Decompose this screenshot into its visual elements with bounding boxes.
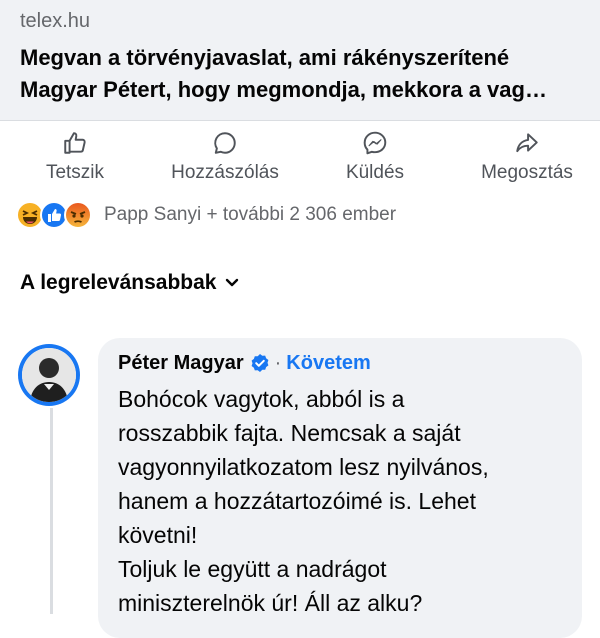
share-icon (514, 128, 540, 158)
comment-author[interactable]: Péter Magyar (118, 352, 244, 375)
follow-button[interactable]: Követem (286, 352, 370, 375)
comment-button[interactable]: Hozzászólás (160, 124, 290, 190)
link-domain: telex.hu (20, 10, 91, 32)
avatar[interactable] (22, 348, 76, 402)
comment-label: Hozzászólás (171, 162, 279, 183)
share-button[interactable]: Megosztás (471, 124, 583, 190)
link-preview-card[interactable]: telex.hu Megvan a törvényjavaslat, ami r… (0, 0, 600, 120)
reactions-summary[interactable]: Papp Sanyi + további 2 306 ember (16, 200, 396, 230)
comment-text: Bohócok vagytok, abból is a rosszabbik f… (118, 382, 568, 620)
chevron-down-icon (225, 275, 239, 293)
comment-line: Toljuk le együtt a nadrágot (118, 556, 387, 582)
verified-badge-icon (250, 353, 270, 373)
comment-line: rosszabbik fajta. Nemcsak a saját (118, 420, 461, 446)
divider (0, 120, 600, 121)
send-label: Küldés (345, 162, 405, 183)
link-title-line-1: Megvan a törvényjavaslat, ami rákényszer… (20, 45, 510, 70)
action-bar: Tetszik Hozzászólás Küldés Megosztás (0, 124, 600, 190)
angry-icon (64, 201, 92, 234)
comment-line: hanem a hozzátartozóimé is. Lehet (118, 488, 476, 514)
like-button[interactable]: Tetszik (40, 124, 110, 190)
reaction-summary-text: Papp Sanyi + további 2 306 ember (104, 204, 397, 225)
link-title[interactable]: Megvan a törvényjavaslat, ami rákényszer… (20, 42, 590, 106)
comment-line: miniszterelnök úr! Áll az alku? (118, 590, 423, 616)
comment-sort-dropdown[interactable]: A legrelevánsabbak (20, 268, 239, 298)
comment-line: követni! (118, 522, 198, 548)
reaction-icons (16, 201, 104, 229)
send-button[interactable]: Küldés (340, 124, 410, 190)
comment-header: Péter Magyar · Követem (118, 348, 371, 378)
share-label: Megosztás (481, 162, 573, 183)
comment-line: Bohócok vagytok, abból is a (118, 386, 405, 412)
header-separator: · (274, 351, 282, 374)
comment-icon (212, 128, 238, 158)
messenger-icon (362, 128, 388, 158)
sort-label: A legrelevánsabbak (20, 271, 217, 294)
like-label: Tetszik (45, 162, 105, 183)
reply-thread-line (50, 408, 53, 614)
thumbs-up-icon (62, 128, 88, 158)
link-title-line-2: Magyar Pétert, hogy megmondja, mekkora a… (20, 77, 547, 102)
comment-line: vagyonnyilatkozatom lesz nyilvános, (118, 454, 489, 480)
